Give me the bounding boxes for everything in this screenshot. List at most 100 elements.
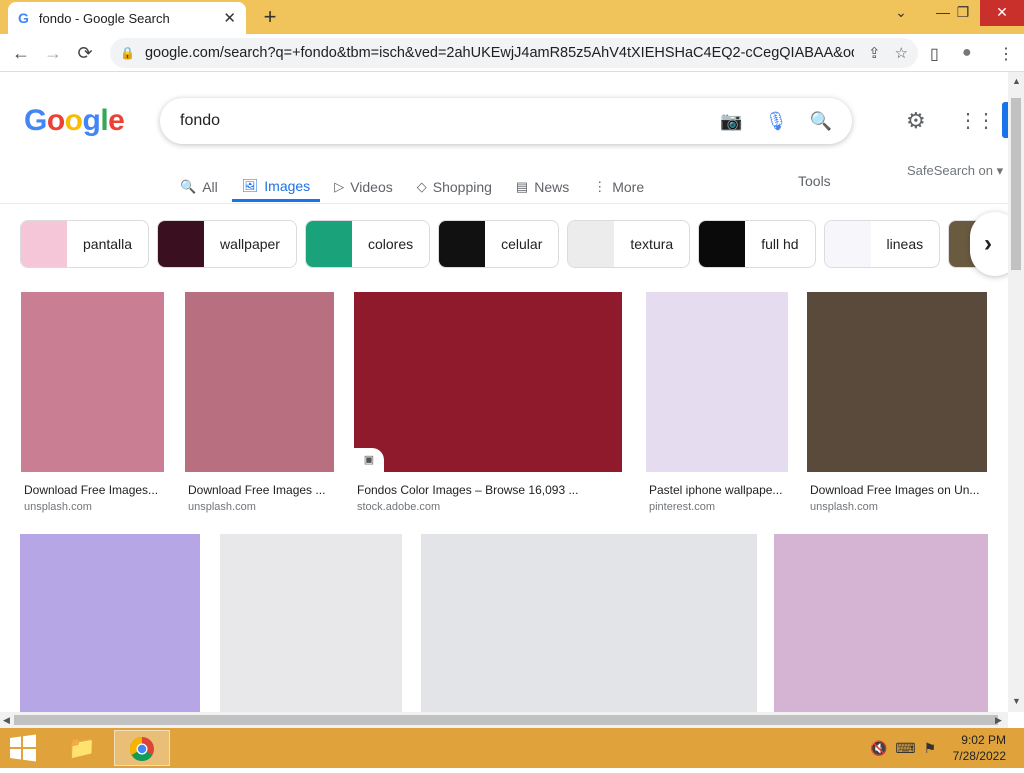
tab-label: News xyxy=(534,179,570,195)
chip-label: lineas xyxy=(886,236,924,252)
settings-gear-icon[interactable]: ⚙ xyxy=(906,108,926,134)
forward-button[interactable]: → xyxy=(40,40,66,66)
vertical-scroll-thumb[interactable] xyxy=(1011,98,1021,270)
windows-taskbar: 📁 🔇⌨⚑ 9:02 PM 7/28/2022 xyxy=(0,728,1024,768)
image-result[interactable]: Download Free Images ... unsplash.com xyxy=(185,292,334,513)
reload-button[interactable]: ⟳ xyxy=(72,40,98,66)
header-divider xyxy=(0,203,1008,204)
scroll-right-arrow-icon[interactable]: ▶ xyxy=(995,715,1002,726)
browser-tab[interactable]: G fondo - Google Search ✕ xyxy=(8,2,246,34)
vertical-scrollbar[interactable]: ▲ ▼ xyxy=(1008,72,1024,712)
chip-label: pantalla xyxy=(83,236,133,252)
tab-bar: G fondo - Google Search ✕ + ⌄ — ❐ ✕ xyxy=(0,0,1024,34)
profile-avatar-icon[interactable]: ● xyxy=(962,44,972,62)
result-source[interactable]: unsplash.com xyxy=(807,501,987,513)
result-source[interactable]: stock.adobe.com xyxy=(354,501,622,513)
chip-pantalla[interactable]: pantalla xyxy=(20,220,150,268)
tab-label: Images xyxy=(264,177,311,194)
tab-shopping[interactable]: ◇ Shopping xyxy=(417,172,492,202)
close-window-button[interactable]: ✕ xyxy=(980,0,1024,26)
scroll-left-arrow-icon[interactable]: ◀ xyxy=(3,715,10,726)
tab-images[interactable]: 🖼 Images xyxy=(231,172,321,202)
tab-more[interactable]: ⋮ More xyxy=(593,172,644,202)
result-thumbnail[interactable]: ▣ xyxy=(354,292,622,472)
search-type-tabs: 🔍 All 🖼 Images ▷ Videos ◇ Shopping ▤ News ⋮ More xyxy=(180,172,668,202)
result-source[interactable]: pinterest.com xyxy=(646,501,788,513)
image-badge-icon: ▣ xyxy=(354,448,384,472)
image-result[interactable]: Pastel iphone wallpape... pinterest.com xyxy=(646,292,788,513)
result-source[interactable]: unsplash.com xyxy=(21,501,164,513)
image-result-thumbnail[interactable] xyxy=(20,534,200,712)
bookmark-star-icon[interactable]: ☆ xyxy=(895,44,908,62)
search-box[interactable]: fondo 📷 🎙 🔍 xyxy=(160,98,852,144)
google-logo[interactable]: Google xyxy=(24,104,125,138)
new-tab-button[interactable]: + xyxy=(258,4,282,30)
tools-button[interactable]: Tools xyxy=(798,173,831,189)
chip-colores[interactable]: colores xyxy=(304,220,431,268)
lock-icon[interactable]: 🔒 xyxy=(120,46,135,60)
scroll-up-arrow-icon[interactable]: ▲ xyxy=(1012,76,1021,86)
image-result-thumbnail[interactable] xyxy=(421,534,757,712)
chip-thumbnail xyxy=(439,221,486,267)
logo-letter: g xyxy=(82,104,101,137)
shopping-tab-icon: ◇ xyxy=(416,179,427,194)
chips-next-button[interactable]: › xyxy=(970,212,1008,276)
images-tab-icon: 🖼 xyxy=(241,177,259,193)
search-input[interactable]: fondo xyxy=(180,112,698,130)
tab-search-icon[interactable]: ⌄ xyxy=(884,0,918,26)
more-tab-icon: ⋮ xyxy=(593,179,607,194)
result-caption[interactable]: Download Free Images ... xyxy=(185,483,334,497)
image-result-thumbnail[interactable] xyxy=(774,534,988,712)
side-panel-icon[interactable]: ▯ xyxy=(930,44,939,64)
chip-full-hd[interactable]: full hd xyxy=(698,220,816,268)
tab-label: All xyxy=(202,179,218,195)
url-bar[interactable]: 🔒 google.com/search?q=+fondo&tbm=isch&ve… xyxy=(110,38,918,68)
google-apps-icon[interactable]: ⋮⋮⋮ xyxy=(958,108,1008,133)
safesearch-toggle[interactable]: SafeSearch on ▾ xyxy=(907,163,1003,179)
chip-textura[interactable]: textura xyxy=(567,220,691,268)
result-caption[interactable]: Pastel iphone wallpape... xyxy=(646,483,788,497)
chip-celular[interactable]: celular xyxy=(438,220,560,268)
result-caption[interactable]: Fondos Color Images – Browse 16,093 ... xyxy=(354,483,622,497)
chrome-menu-icon[interactable]: ⋮ xyxy=(998,44,1014,64)
search-icon[interactable]: 🔍 xyxy=(810,111,832,132)
result-thumbnail[interactable] xyxy=(21,292,164,472)
chip-wallpaper[interactable]: wallpaper xyxy=(157,220,297,268)
chip-lineas[interactable]: lineas xyxy=(823,220,941,268)
chip-label: celular xyxy=(501,236,543,252)
image-result[interactable]: Download Free Images on Un... unsplash.co… xyxy=(807,292,987,513)
close-tab-icon[interactable]: ✕ xyxy=(223,9,236,27)
image-result[interactable]: Download Free Images... unsplash.com xyxy=(21,292,164,513)
search-results-page: Google fondo 📷 🎙 🔍 ⚙ ⋮⋮⋮ 🔍 All 🖼 Images ▷ Vid… xyxy=(0,72,1008,712)
horizontal-scroll-thumb[interactable] xyxy=(14,715,998,725)
url-text[interactable]: google.com/search?q=+fondo&tbm=isch&ved=… xyxy=(145,45,854,61)
horizontal-scrollbar[interactable]: ◀ ▶ xyxy=(0,712,1008,728)
tab-videos[interactable]: ▷ Videos xyxy=(334,172,393,202)
result-source[interactable]: unsplash.com xyxy=(185,501,334,513)
back-button[interactable]: ← xyxy=(8,40,34,66)
taskbar-clock[interactable]: 9:02 PM 7/28/2022 xyxy=(950,732,1006,764)
address-toolbar: ← → ⟳ 🔒 google.com/search?q=+fondo&tbm=i… xyxy=(0,34,1024,72)
image-result[interactable]: ▣ Fondos Color Images – Browse 16,093 ...… xyxy=(354,292,622,513)
result-caption[interactable]: Download Free Images... xyxy=(21,483,164,497)
result-thumbnail[interactable] xyxy=(646,292,788,472)
image-result-thumbnail[interactable] xyxy=(220,534,402,712)
tab-news[interactable]: ▤ News xyxy=(516,172,569,202)
restore-button[interactable]: ❐ xyxy=(946,0,980,26)
chrome-taskbar-icon[interactable] xyxy=(114,730,170,766)
start-button[interactable] xyxy=(8,734,40,762)
tab-all[interactable]: 🔍 All xyxy=(180,172,218,202)
camera-icon[interactable]: 📷 xyxy=(720,111,742,132)
microphone-icon[interactable]: 🎙 xyxy=(765,111,788,132)
clock-date: 7/28/2022 xyxy=(952,749,1006,763)
logo-letter: G xyxy=(24,104,47,137)
chip-thumbnail xyxy=(21,221,67,267)
result-thumbnail[interactable] xyxy=(807,292,987,472)
system-tray-icons[interactable]: 🔇⌨⚑ xyxy=(870,740,944,757)
file-explorer-taskbar-icon[interactable]: 📁 xyxy=(54,730,110,766)
result-thumbnail[interactable] xyxy=(185,292,334,472)
result-caption[interactable]: Download Free Images on Un... xyxy=(807,483,987,497)
scroll-down-arrow-icon[interactable]: ▼ xyxy=(1012,696,1021,706)
chip-label: textura xyxy=(630,236,674,252)
share-icon[interactable]: ⇪ xyxy=(868,44,881,62)
